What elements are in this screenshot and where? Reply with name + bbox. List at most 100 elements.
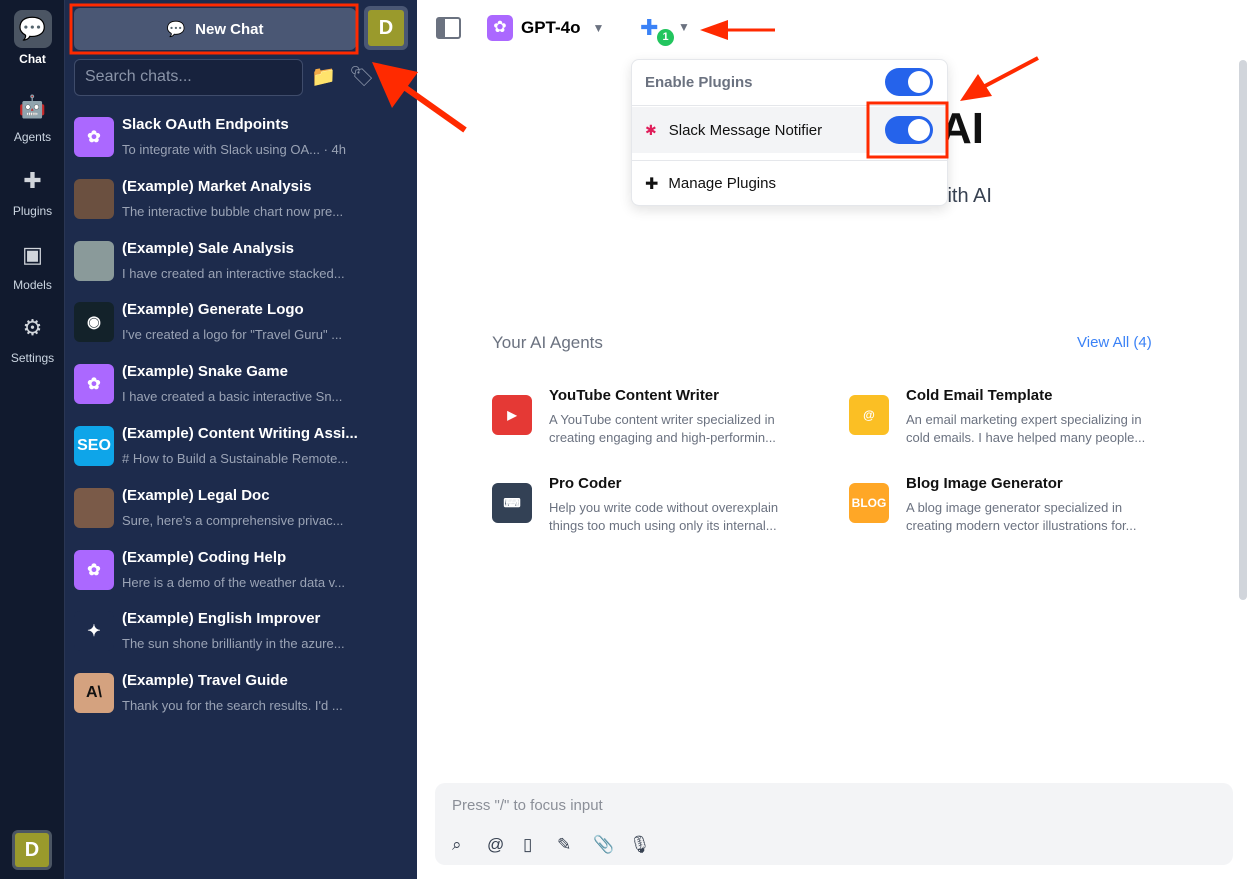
- rail-chat[interactable]: 💬 Chat: [0, 10, 65, 66]
- agent-card[interactable]: @ Cold Email Template An email marketing e…: [849, 387, 1169, 457]
- plugin-count-badge: 1: [657, 29, 674, 46]
- rail-label: Settings: [10, 351, 55, 365]
- bookmark-icon[interactable]: ▯: [523, 835, 532, 855]
- chat-title: (Example) Travel Guide: [122, 672, 288, 690]
- chat-list-item[interactable]: ✿ (Example) Snake Game I have created a ba…: [74, 360, 409, 412]
- rail-label: Plugins: [12, 204, 53, 218]
- enable-plugins-row: Enable Plugins: [632, 60, 947, 106]
- chat-snippet: I've created a logo for "Travel Guru" ..…: [122, 327, 343, 343]
- chat-list-item[interactable]: ✿ (Example) Coding Help Here is a demo of …: [74, 546, 409, 598]
- at-mention-icon[interactable]: @: [487, 835, 504, 855]
- agent-name: Pro Coder: [549, 475, 622, 492]
- chat-avatar-icon: ◉: [74, 302, 114, 343]
- chat-avatar-icon: ✿: [74, 549, 114, 590]
- message-composer[interactable]: Press "/" to focus input ⌕ @ ▯ ✎ 📎 🎙: [435, 783, 1233, 865]
- agent-description: A YouTube content writer specialized in …: [549, 412, 776, 445]
- chat-list-item[interactable]: ✿ Slack OAuth Endpoints To integrate with …: [74, 113, 409, 165]
- agent-name: Cold Email Template: [906, 387, 1053, 404]
- chat-title: (Example) Coding Help: [122, 548, 287, 566]
- rail-plugins[interactable]: ✚ Plugins: [0, 162, 65, 218]
- chat-avatar-icon: SEO: [74, 426, 114, 466]
- agent-icon: BLOG: [849, 483, 889, 523]
- user-avatar[interactable]: D: [364, 6, 408, 50]
- paperclip-icon[interactable]: 📎: [593, 835, 614, 855]
- chevron-down-icon: ▼: [678, 20, 690, 34]
- chat-title: (Example) Content Writing Assi...: [122, 425, 358, 442]
- rail-models[interactable]: ▣ Models: [0, 236, 65, 292]
- chat-snippet: I have created a basic interactive Sn...: [122, 389, 343, 405]
- user-avatar[interactable]: D: [12, 830, 52, 870]
- agent-card[interactable]: ⌨ Pro Coder Help you write code without ov…: [492, 475, 812, 545]
- avatar-letter: D: [15, 833, 49, 867]
- plugin-name: Slack Message Notifier: [668, 121, 823, 139]
- composer-input[interactable]: Press "/" to focus input: [452, 797, 603, 814]
- chat-title: (Example) Legal Doc: [122, 486, 270, 504]
- chat-title: (Example) Sale Analysis: [122, 239, 295, 257]
- chat-snippet: I have created an interactive stacked...: [122, 265, 345, 281]
- chat-avatar-icon: [74, 240, 114, 281]
- agent-description: An email marketing expert specializing i…: [906, 412, 1146, 445]
- rail-agents[interactable]: 🤖 Agents: [0, 88, 65, 144]
- plugins-menu: Enable Plugins ✱ Slack Message Notifier …: [631, 59, 948, 206]
- annotation-arrowhead: [960, 74, 992, 101]
- chat-title: Slack OAuth Endpoints: [122, 116, 289, 133]
- agent-icon: ⌨: [492, 483, 532, 523]
- slack-plugin-toggle[interactable]: [885, 116, 933, 144]
- agent-card[interactable]: ▶ YouTube Content Writer A YouTube content…: [492, 387, 812, 457]
- model-name: GPT-4o: [521, 18, 581, 37]
- annotation-arrow: [984, 56, 1039, 88]
- search-chats-input[interactable]: Search chats...: [74, 59, 303, 96]
- chat-snippet: To integrate with Slack using OA... · 4h: [122, 142, 346, 157]
- manage-plugins-item[interactable]: ✚ Manage Plugins: [632, 160, 947, 206]
- new-chat-button[interactable]: 💬 New Chat: [74, 8, 356, 50]
- chat-snippet: Thank you for the search results. I'd ..…: [122, 698, 343, 714]
- rail-label: Models: [13, 278, 52, 292]
- chat-list-item[interactable]: SEO (Example) Content Writing Assi... # Ho…: [74, 422, 409, 474]
- plugin-row-slack[interactable]: ✱ Slack Message Notifier: [632, 107, 947, 153]
- robot-icon: 🤖: [18, 94, 47, 119]
- agent-card[interactable]: BLOG Blog Image Generator A blog image gen…: [849, 475, 1169, 545]
- toggle-sidebar-icon[interactable]: [436, 17, 461, 39]
- rail-settings[interactable]: ⚙ Settings: [0, 309, 65, 365]
- rail-label: Agents: [13, 130, 52, 144]
- chat-avatar-icon: ✦: [74, 611, 114, 652]
- chat-title: (Example) Market Analysis: [122, 177, 312, 195]
- chat-snippet: The interactive bubble chart now pre...: [122, 203, 344, 219]
- enable-plugins-toggle[interactable]: [885, 68, 933, 96]
- view-all-link[interactable]: View All (4): [1077, 334, 1152, 351]
- chat-list-item[interactable]: A\ (Example) Travel Guide Thank you for th…: [74, 669, 409, 721]
- chat-avatar-icon: [74, 487, 114, 528]
- tag-icon[interactable]: 🏷: [349, 64, 374, 89]
- chat-list-item[interactable]: ✦ (Example) English Improver The sun shone…: [74, 607, 409, 659]
- agent-icon: @: [849, 395, 889, 435]
- pen-icon[interactable]: ✎: [557, 835, 571, 855]
- model-selector[interactable]: ✿ GPT-4o ▼: [487, 15, 604, 41]
- chat-avatar-icon: ✿: [74, 117, 114, 157]
- chat-list-item[interactable]: ◉ (Example) Generate Logo I've created a l…: [74, 298, 409, 350]
- chat-list-item[interactable]: (Example) Sale Analysis I have created an…: [74, 237, 409, 289]
- chat-list-item[interactable]: (Example) Legal Doc Sure, here's a compre…: [74, 484, 409, 536]
- microphone-icon[interactable]: 🎙: [629, 835, 651, 855]
- chat-snippet: The sun shone brilliantly in the azure..…: [122, 636, 345, 652]
- avatar-letter: D: [368, 10, 404, 46]
- slack-icon: ✱: [645, 121, 657, 138]
- scrollbar[interactable]: [1239, 60, 1247, 600]
- agent-description: Help you write code without overexplain …: [549, 500, 779, 533]
- chat-title: (Example) English Improver: [122, 610, 321, 628]
- new-folder-icon[interactable]: 📁: [311, 64, 336, 89]
- agents-heading: Your AI Agents: [492, 333, 603, 352]
- new-chat-label: New Chat: [195, 20, 264, 38]
- chat-title: (Example) Snake Game: [122, 363, 288, 381]
- top-bar: ✿ GPT-4o ▼ ✚ 1 ▼: [417, 0, 1250, 56]
- manage-plugins-label: Manage Plugins: [668, 175, 776, 192]
- chat-snippet: Here is a demo of the weather data v...: [122, 574, 346, 590]
- plugins-button[interactable]: ✚ 1 ▼: [640, 15, 690, 46]
- chat-bubble-icon: 💬: [166, 21, 186, 38]
- enable-plugins-label: Enable Plugins: [645, 74, 753, 91]
- search-icon[interactable]: ⌕: [452, 835, 462, 855]
- chat-list-item[interactable]: (Example) Market Analysis The interactive…: [74, 175, 409, 227]
- chat-sidebar: 💬 New Chat D Search chats... 📁 🏷 ✿ Slack O…: [65, 0, 417, 879]
- agent-description: A blog image generator specialized in cr…: [906, 500, 1137, 533]
- agent-name: Blog Image Generator: [906, 475, 1063, 492]
- icon-rail: 💬 Chat 🤖 Agents ✚ Plugins ▣ Models ⚙ Settings…: [0, 0, 65, 879]
